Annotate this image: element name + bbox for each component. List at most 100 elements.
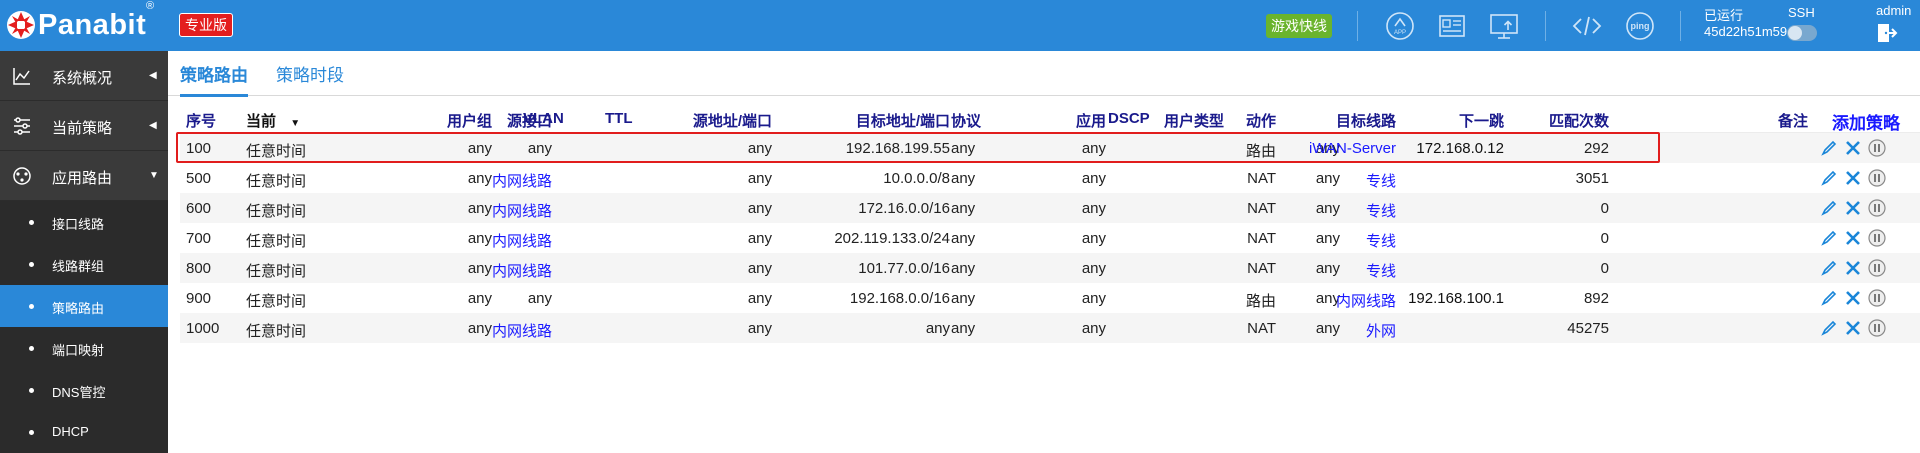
cell-seq: 1000	[186, 320, 220, 337]
tab-policy-routing[interactable]: 策略路由	[180, 61, 248, 97]
add-policy-link[interactable]: 添加策略	[1832, 109, 1900, 134]
cell-src-addr: any	[747, 230, 772, 247]
app-icon-text: APP	[1394, 30, 1406, 36]
ping-icon[interactable]: ping	[1624, 10, 1656, 42]
cell-target[interactable]: 专线	[1366, 230, 1396, 251]
cell-schedule: 任意时间	[246, 263, 307, 280]
cell-seq: 800	[186, 260, 212, 277]
edit-icon[interactable]	[1820, 289, 1838, 307]
col-header-usergroup: 用户组	[446, 113, 492, 130]
delete-icon[interactable]	[1844, 199, 1862, 217]
delete-icon[interactable]	[1844, 259, 1862, 277]
sidebar-subitem-policy-routing[interactable]: 策略路由	[0, 285, 168, 327]
sidebar-subitem-label: 线路群组	[52, 259, 105, 274]
logout-icon[interactable]	[1874, 22, 1898, 44]
pause-icon[interactable]	[1868, 199, 1886, 217]
delete-icon[interactable]	[1844, 229, 1862, 247]
cell-matches: 0	[1600, 260, 1609, 277]
sidebar-subitem-label: 接口线路	[52, 217, 105, 232]
cell-usergroup: any	[467, 320, 492, 337]
edit-icon[interactable]	[1820, 139, 1838, 157]
ssh-toggle[interactable]	[1787, 25, 1817, 41]
top-bar: Panabit ® 专业版 游戏快线 APP ping 已运行 45d22h51…	[0, 0, 1920, 51]
cell-seq: 600	[186, 200, 212, 217]
game-fastlane-button[interactable]: 游戏快线	[1266, 14, 1332, 38]
sidebar-subitem-interface-lines[interactable]: 接口线路	[0, 201, 168, 243]
cell-target[interactable]: 专线	[1366, 200, 1396, 221]
cell-target[interactable]: 专线	[1366, 260, 1396, 281]
cell-src-if[interactable]: 内网线路	[492, 200, 552, 221]
cell-src-addr: any	[747, 290, 772, 307]
cell-usergroup: any	[467, 200, 492, 217]
cell-app: any	[1081, 260, 1106, 277]
edit-icon[interactable]	[1820, 259, 1838, 277]
delete-icon[interactable]	[1844, 319, 1862, 337]
highlight-box	[176, 132, 1660, 163]
col-header-usertype: 用户类型	[1164, 113, 1225, 130]
cell-src-if: any	[527, 290, 552, 307]
edit-icon[interactable]	[1820, 319, 1838, 337]
toolbar-divider	[1357, 11, 1358, 41]
edit-icon[interactable]	[1820, 199, 1838, 217]
caret-down-icon: ▼	[290, 118, 301, 129]
route-icon	[13, 167, 31, 185]
sidebar-item-overview[interactable]: 系统概况 ◀	[0, 51, 168, 101]
cell-app: any	[1081, 320, 1106, 337]
cell-seq: 700	[186, 230, 212, 247]
cell-proto: any	[951, 230, 976, 247]
cell-app: any	[1081, 290, 1106, 307]
pause-icon[interactable]	[1868, 139, 1886, 157]
delete-icon[interactable]	[1844, 289, 1862, 307]
pause-icon[interactable]	[1868, 319, 1886, 337]
delete-icon[interactable]	[1844, 139, 1862, 157]
cell-src-addr: any	[747, 320, 772, 337]
cell-src-if[interactable]: 内网线路	[492, 320, 552, 341]
table-header: 序号 当前 ▼ 用户组 源接口 VLAN TTL 源地址/端口 目标地址/端口 …	[180, 103, 1920, 133]
main-content: 策略路由 策略时段 序号 当前 ▼ 用户组 源接口 VLAN TTL 源地址/端…	[168, 51, 1920, 441]
cell-matches: 45275	[1567, 320, 1609, 337]
cell-usergroup: any	[467, 260, 492, 277]
cell-usertype: any	[1315, 170, 1340, 187]
cell-target[interactable]: 内网线路	[1336, 290, 1396, 311]
dashboard-icon[interactable]	[1436, 10, 1468, 42]
cell-proto: any	[951, 290, 976, 307]
cell-usertype: any	[1315, 260, 1340, 277]
cell-app: any	[1081, 170, 1106, 187]
sidebar-subitem-line-groups[interactable]: 线路群组	[0, 243, 168, 285]
monitor-upload-icon[interactable]	[1488, 10, 1520, 42]
pause-icon[interactable]	[1868, 169, 1886, 187]
code-icon[interactable]	[1571, 10, 1603, 42]
logo-text: Panabit	[38, 8, 147, 41]
sidebar-item-current-policy[interactable]: 当前策略 ◀	[0, 101, 168, 151]
cell-src-if[interactable]: 内网线路	[492, 170, 552, 191]
uptime-label: 已运行	[1704, 8, 1744, 23]
pause-icon[interactable]	[1868, 229, 1886, 247]
col-header-dscp: DSCP	[1108, 110, 1150, 127]
schedule-select[interactable]: 当前 ▼	[246, 110, 300, 131]
cell-app: any	[1081, 230, 1106, 247]
sidebar-subitem-port-mapping[interactable]: 端口映射	[0, 327, 168, 369]
cell-proto: any	[951, 170, 976, 187]
edit-icon[interactable]	[1820, 169, 1838, 187]
table-row: 900 任意时间 any any any 192.168.0.0/16 any any any 路…	[180, 283, 1920, 313]
logo-mark-icon	[7, 11, 35, 39]
cell-src-if[interactable]: 内网线路	[492, 230, 552, 251]
pause-icon[interactable]	[1868, 289, 1886, 307]
sidebar-item-app-routing[interactable]: 应用路由 ▼	[0, 151, 168, 201]
uptime-value: 45d22h51m59s	[1704, 24, 1794, 39]
app-icon[interactable]: APP	[1384, 10, 1416, 42]
cell-action: NAT	[1247, 260, 1276, 277]
edit-icon[interactable]	[1820, 229, 1838, 247]
pause-icon[interactable]	[1868, 259, 1886, 277]
cell-target[interactable]: 专线	[1366, 170, 1396, 191]
sidebar-subitem-label: DHCP	[52, 424, 89, 439]
cell-action: NAT	[1247, 170, 1276, 187]
tab-policy-period[interactable]: 策略时段	[276, 61, 344, 86]
sidebar-subitem-dns-control[interactable]: DNS管控	[0, 369, 168, 411]
sidebar-subitem-dhcp[interactable]: DHCP	[0, 411, 168, 453]
cell-proto: any	[951, 200, 976, 217]
delete-icon[interactable]	[1844, 169, 1862, 187]
table-row: 1000 任意时间 any 内网线路 any any any any any NAT 外网 45275	[180, 313, 1920, 343]
cell-src-if[interactable]: 内网线路	[492, 260, 552, 281]
cell-target[interactable]: 外网	[1366, 320, 1396, 341]
